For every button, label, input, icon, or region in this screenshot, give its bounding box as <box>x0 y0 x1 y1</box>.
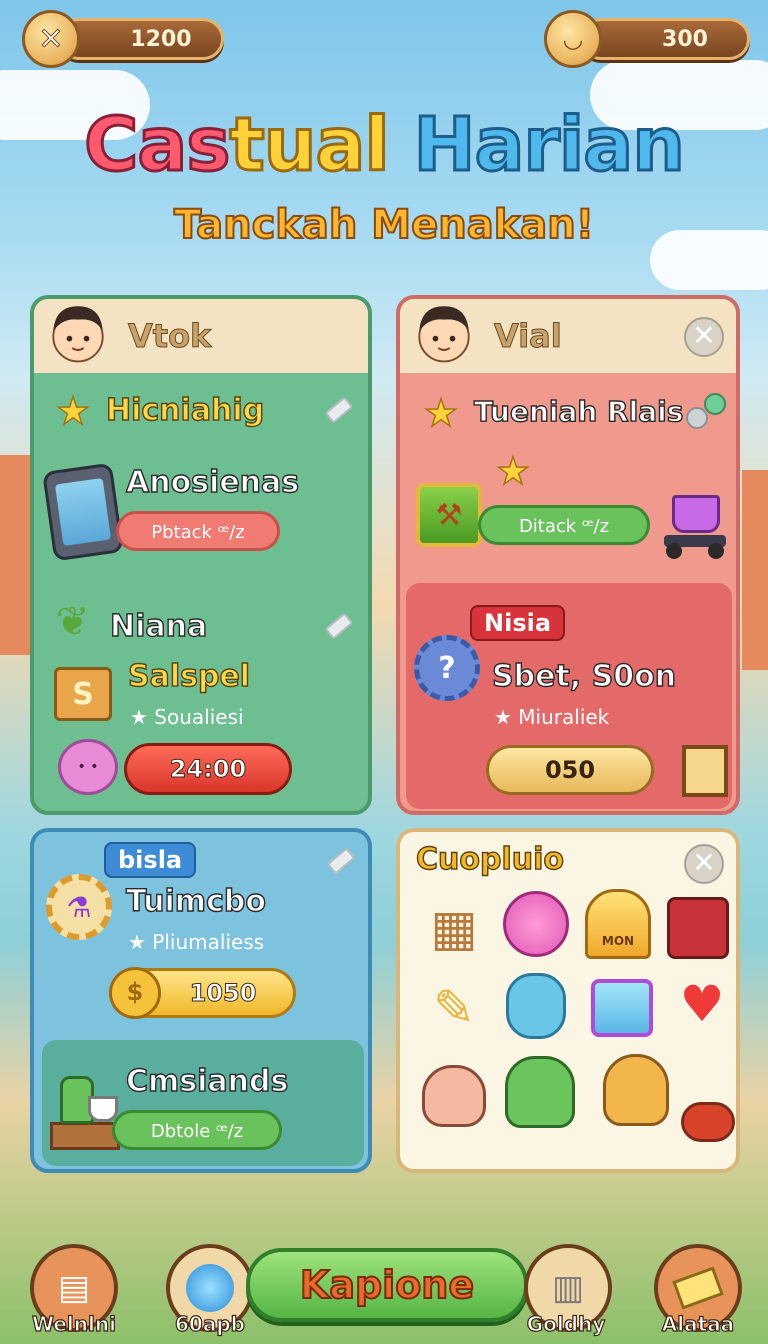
item-subtitle: ★ Soualiesi <box>130 705 244 729</box>
page-subtitle: Tanckah Menakan! <box>173 201 595 249</box>
leaf-icon: ❦ <box>56 599 90 645</box>
blue-panel: bisla ⚗ Tuimcbo ★ Pliumaliess $ 1050 Cms… <box>30 828 372 1173</box>
eraser-icon <box>672 1266 724 1310</box>
gear-question-icon: ? <box>414 635 480 701</box>
star-icon: ★ <box>495 448 531 494</box>
pin-icon[interactable] <box>324 612 354 640</box>
panel-header: Vtok <box>34 299 368 373</box>
player-name: Vtok <box>127 317 212 356</box>
title-part-1: Cas <box>83 101 232 190</box>
item-subtitle-text: Pliumaliess <box>152 930 265 954</box>
resource-left-value: 1200 <box>130 27 192 52</box>
heart-icon[interactable]: ♥ <box>666 968 736 1040</box>
pin-icon[interactable] <box>324 396 354 424</box>
pet-icon: • • <box>58 739 118 795</box>
panel-header: Vial ✕ <box>400 299 736 373</box>
title-part-3: Harian <box>412 101 686 190</box>
feather-icon[interactable]: ✎ <box>418 972 490 1044</box>
orb-icon <box>686 393 730 433</box>
flower-icon[interactable] <box>500 888 572 960</box>
bell-icon[interactable]: MON <box>582 888 654 960</box>
item-action-button[interactable]: Pbtack ꟹ/z <box>116 511 280 551</box>
clipboard-icon: ▤ <box>57 1268 91 1308</box>
star-icon: ★ <box>423 390 459 436</box>
item-title: Cmsiands <box>125 1063 289 1099</box>
section-title: Niana <box>109 608 208 644</box>
green-panel: Vtok ★ Hicniahig Anosienas Pbtack ꟹ/z ❦ … <box>30 295 372 815</box>
frame-icon <box>682 745 728 797</box>
item-tag: Nisia <box>470 605 566 641</box>
close-icon[interactable]: ✕ <box>22 10 80 68</box>
item-action-button[interactable]: Ditack ꟹ/z <box>478 505 650 545</box>
nav-label-3: Goldhy <box>526 1311 606 1336</box>
house-right <box>742 470 768 670</box>
value-button[interactable]: 050 <box>486 745 654 795</box>
inventory-title: Cuopluio <box>415 841 564 877</box>
resource-bar-left: 1200 <box>58 18 224 60</box>
box-icon[interactable]: ▦ <box>418 892 490 964</box>
item-subtitle: ★ Miuraliek <box>494 705 610 729</box>
log-icon[interactable] <box>672 1086 736 1158</box>
red-panel: Vial ✕ ★ Tueniah Rlais ★ ⚒ Ditack ꟹ/z Ni… <box>396 295 740 815</box>
dollar-crate-icon: S <box>54 667 112 721</box>
gear-potion-icon: ⚗ <box>46 874 112 940</box>
wrench-icon: ⚒ <box>416 483 482 547</box>
star-icon: ★ <box>55 388 91 434</box>
avatar <box>418 306 470 363</box>
item-title: Anosienas <box>125 464 300 500</box>
item-action-button[interactable]: Dbtole ꟹ/z <box>112 1110 282 1150</box>
clipboard-icon[interactable] <box>586 972 658 1044</box>
avatar <box>52 306 104 363</box>
house-left <box>0 455 30 655</box>
bear-icon[interactable] <box>500 970 572 1042</box>
dog-icon[interactable] <box>600 1054 672 1126</box>
cart-icon <box>662 495 728 559</box>
squirrel-icon[interactable] <box>418 1060 490 1132</box>
teapot-icon <box>48 1062 122 1154</box>
item-title: Tuimcbo <box>125 883 266 919</box>
title-part-2: tual <box>228 101 391 190</box>
close-icon[interactable]: ✕ <box>684 844 724 884</box>
nav-label-2: 60apb <box>174 1311 245 1336</box>
smiley-coin-icon[interactable]: ◡ <box>544 10 602 68</box>
phone-icon <box>42 462 124 562</box>
nav-label-1: Welnlni <box>31 1311 116 1336</box>
player-name: Vial <box>494 317 563 356</box>
inventory-panel: Cuopluio ✕ ▦ MON ✎ ♥ <box>396 828 740 1173</box>
price-button[interactable]: $ 1050 <box>109 967 296 1019</box>
resource-right-value: 300 <box>662 27 708 52</box>
item-tag: bisla <box>104 842 197 878</box>
page-title: Castual Harian <box>0 101 768 190</box>
item-subtitle: ★ Pliumaliess <box>128 930 265 954</box>
section-title: Hicniahig <box>105 392 265 428</box>
item-subtitle-text: Soualiesi <box>154 705 244 729</box>
resource-bar-right: 300 <box>580 18 750 60</box>
item-subtitle-text: Miuraliek <box>518 705 610 729</box>
item-title: Salspel <box>127 658 251 694</box>
main-action-button[interactable]: Kapione <box>246 1248 528 1322</box>
close-icon[interactable]: ✕ <box>684 317 724 357</box>
price-value: 1050 <box>189 979 257 1008</box>
dino-icon[interactable] <box>504 1056 576 1128</box>
section-title: Tueniah Rlais <box>473 394 684 428</box>
bell-label: MON <box>585 889 651 959</box>
cup-icon: ▥ <box>551 1268 585 1308</box>
timer-button[interactable]: 24:00 <box>124 743 292 795</box>
pin-icon[interactable] <box>326 847 356 875</box>
item-title: Sbet, S0on <box>491 658 677 694</box>
nav-label-4: Alataa <box>661 1311 735 1336</box>
gift-icon[interactable] <box>662 892 734 964</box>
coin-icon: $ <box>109 967 161 1019</box>
orb-icon <box>186 1264 234 1312</box>
